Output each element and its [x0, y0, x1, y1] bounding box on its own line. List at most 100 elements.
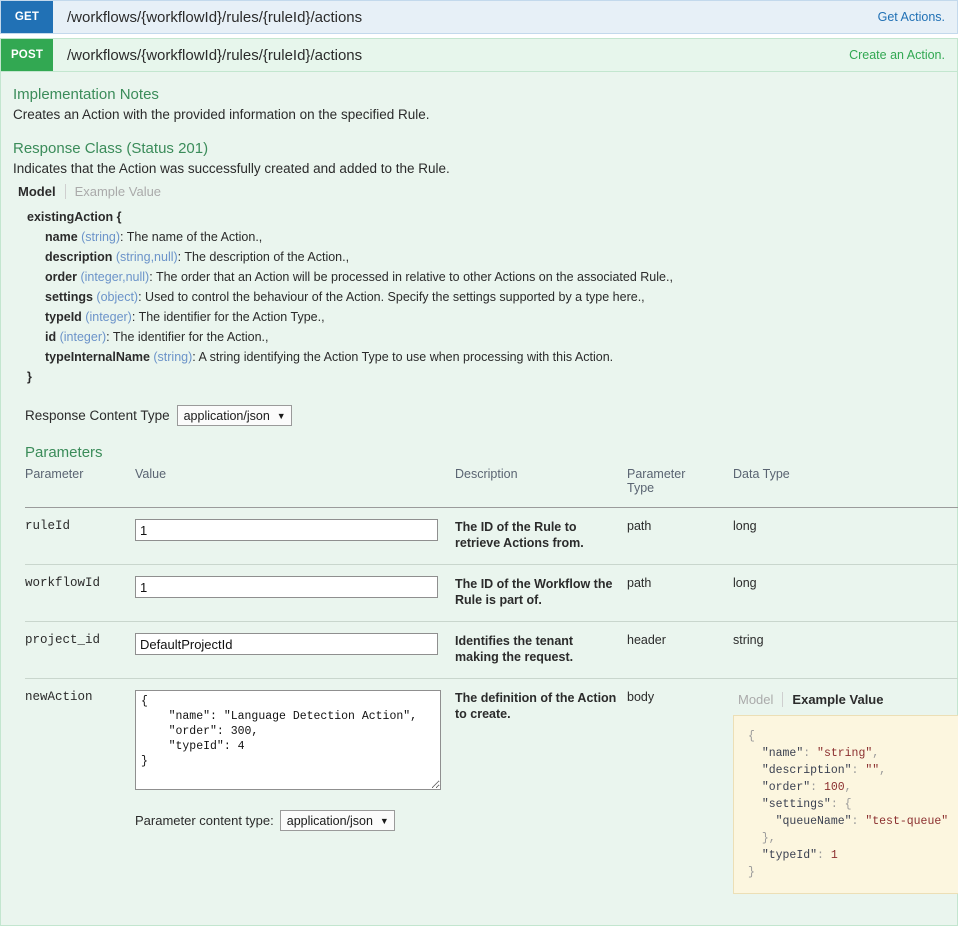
operation-summary-post[interactable]: Create an Action.: [849, 39, 957, 71]
parameter-data-type: string: [733, 621, 958, 679]
parameter-name: ruleId: [25, 507, 135, 565]
table-row: newAction Parameter content type: applicat…: [25, 679, 958, 908]
model-property: id (integer): The identifier for the Act…: [45, 327, 945, 347]
parameters-header-row: Parameter Value Description Parameter Ty…: [25, 467, 958, 508]
model-property: name (string): The name of the Action.,: [45, 227, 945, 247]
parameter-type: path: [627, 564, 733, 622]
model-property-name: typeId: [45, 310, 86, 324]
parameter-type: path: [627, 507, 733, 565]
model-property-name: typeInternalName: [45, 350, 154, 364]
response-content-type-value: application/json: [183, 408, 270, 423]
model-property-list: name (string): The name of the Action., d…: [27, 227, 945, 367]
model-property-type: (string,null): [115, 250, 178, 264]
model-property: description (string,null): The descripti…: [45, 247, 945, 267]
parameters-table-head: Parameter Value Description Parameter Ty…: [25, 467, 958, 508]
model-property-type: (string): [153, 350, 193, 364]
parameter-type: header: [627, 621, 733, 679]
parameter-description: Identifies the tenant making the request…: [455, 621, 627, 679]
response-model-tabs[interactable]: Model Example Value: [15, 184, 945, 199]
parameter-name: newAction: [25, 690, 93, 704]
operation-details-panel: Implementation Notes Creates an Action w…: [0, 72, 958, 926]
header-description: Description: [455, 467, 627, 508]
response-content-type-select[interactable]: application/json ▼: [176, 405, 292, 426]
model-property: order (integer,null): The order that an …: [45, 267, 945, 287]
parameter-input-project_id[interactable]: [135, 633, 438, 655]
model-property-description: : The name of the Action.,: [120, 230, 263, 244]
table-row: project_id Identifies the tenant making t…: [25, 621, 958, 679]
operation-summary-get[interactable]: Get Actions.: [878, 1, 957, 33]
http-method-badge-get: GET: [1, 1, 53, 33]
model-property-description: : Used to control the behaviour of the A…: [138, 290, 645, 304]
model-property-description: : The description of the Action.,: [177, 250, 350, 264]
operation-path-get: /workflows/{workflowId}/rules/{ruleId}/a…: [67, 8, 363, 26]
header-value: Value: [135, 467, 455, 508]
implementation-notes-heading: Implementation Notes: [13, 86, 159, 103]
tab-example-value[interactable]: Example Value: [783, 692, 892, 707]
example-value-box: { "name": "string", "description": "", "…: [733, 715, 958, 894]
parameter-input-workflowId[interactable]: [135, 576, 438, 598]
model-property-name: settings: [45, 290, 97, 304]
model-property-name: description: [45, 250, 116, 264]
parameter-content-type-row: Parameter content type: application/json ▼: [135, 810, 447, 831]
response-content-type-label: Response Content Type: [25, 408, 170, 423]
model-property: typeId (integer): The identifier for the…: [45, 307, 945, 327]
model-property-description: : The identifier for the Action.,: [106, 330, 269, 344]
model-property-name: order: [45, 270, 81, 284]
model-property-name: name: [45, 230, 82, 244]
parameter-body-textarea[interactable]: [135, 690, 441, 790]
response-class-heading: Response Class (Status 201): [13, 140, 209, 157]
swagger-operations-page: GET /workflows/{workflowId}/rules/{ruleI…: [0, 0, 958, 926]
header-parameter-type: Parameter Type: [627, 467, 733, 508]
operation-get-actions[interactable]: GET /workflows/{workflowId}/rules/{ruleI…: [0, 0, 958, 34]
parameter-value-cell: [135, 564, 455, 622]
model-property-description: : The identifier for the Action Type.,: [131, 310, 325, 324]
operation-path-post: /workflows/{workflowId}/rules/{ruleId}/a…: [67, 46, 363, 64]
parameter-value-cell: [135, 507, 455, 565]
parameter-description: The ID of the Rule to retrieve Actions f…: [455, 507, 627, 565]
model-property-name: id: [45, 330, 60, 344]
parameter-value-cell: [135, 621, 455, 679]
parameter-content-type-value: application/json: [286, 813, 373, 828]
parameter-data-type: long: [733, 564, 958, 622]
response-content-type-row: Response Content Type application/json ▼: [25, 405, 945, 426]
parameters-table: Parameter Value Description Parameter Ty…: [25, 467, 958, 907]
parameter-example-cell: Model Example Value { "name": "string", "d…: [733, 679, 958, 908]
model-property: typeInternalName (string): A string iden…: [45, 347, 945, 367]
parameters-table-body: ruleId The ID of the Rule to retrieve Act…: [25, 507, 958, 908]
http-method-badge-post: POST: [1, 39, 53, 71]
parameters-heading: Parameters: [25, 444, 103, 461]
response-model-definition: existingAction { name (string): The name…: [27, 207, 945, 387]
tab-model[interactable]: Model: [15, 184, 65, 199]
model-property-type: (integer,null): [80, 270, 150, 284]
parameter-name: workflowId: [25, 564, 135, 622]
operation-post-actions[interactable]: POST /workflows/{workflowId}/rules/{rule…: [0, 38, 958, 72]
implementation-notes-text: Creates an Action with the provided info…: [13, 107, 430, 122]
parameter-input-ruleId[interactable]: [135, 519, 438, 541]
header-data-type: Data Type: [733, 467, 958, 508]
parameter-description: The ID of the Workflow the Rule is part …: [455, 564, 627, 622]
model-property-description: : The order that an Action will be proce…: [149, 270, 673, 284]
tab-example-value[interactable]: Example Value: [66, 184, 170, 199]
parameter-content-type-label: Parameter content type:: [135, 813, 274, 828]
body-model-tabs[interactable]: Model Example Value: [735, 692, 951, 707]
model-property-type: (string): [81, 230, 121, 244]
model-property-type: (integer): [59, 330, 107, 344]
model-property-type: (integer): [85, 310, 132, 324]
parameter-type: body: [627, 690, 655, 704]
model-name: existingAction {: [27, 210, 122, 224]
parameter-body-cell: Parameter content type: application/json ▼: [135, 679, 455, 908]
chevron-down-icon: ▼: [379, 815, 389, 826]
response-class-text: Indicates that the Action was successful…: [13, 161, 450, 176]
model-close-brace: }: [27, 370, 32, 384]
parameter-description: The definition of the Action to create.: [455, 691, 617, 721]
table-row: workflowId The ID of the Workflow the Rul…: [25, 564, 958, 622]
parameter-data-type: long: [733, 507, 958, 565]
model-property-description: : A string identifying the Action Type t…: [192, 350, 614, 364]
model-property-type: (object): [96, 290, 139, 304]
chevron-down-icon: ▼: [276, 410, 286, 421]
parameter-content-type-select[interactable]: application/json ▼: [279, 810, 395, 831]
table-row: ruleId The ID of the Rule to retrieve Act…: [25, 507, 958, 565]
parameter-name: project_id: [25, 621, 135, 679]
tab-model[interactable]: Model: [735, 692, 782, 707]
model-property: settings (object): Used to control the b…: [45, 287, 945, 307]
